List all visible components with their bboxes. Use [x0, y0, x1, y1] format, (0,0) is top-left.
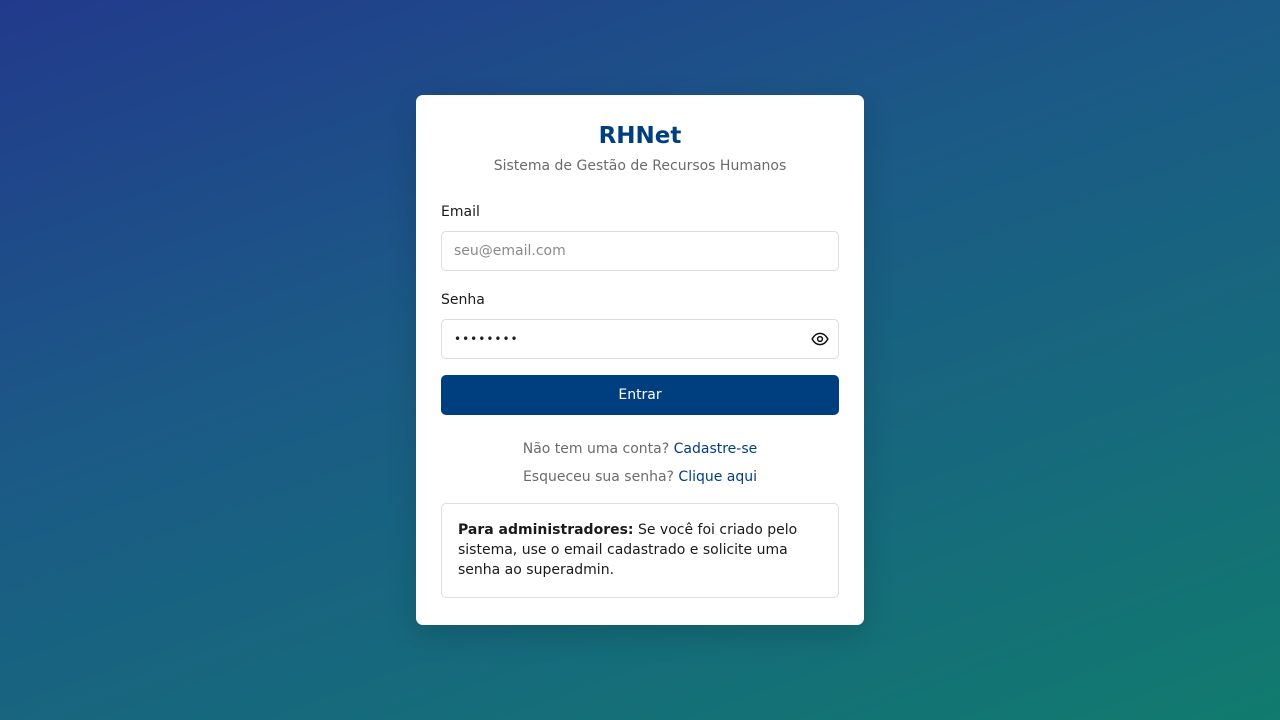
eye-icon[interactable]	[811, 330, 829, 348]
password-field[interactable]	[441, 319, 839, 359]
signup-link[interactable]: Cadastre-se	[674, 441, 758, 457]
email-field-wrapper	[441, 231, 839, 271]
signup-prompt: Não tem uma conta?	[522, 441, 670, 457]
forgot-password-line: Esqueceu sua senha? Clique aqui	[441, 467, 839, 487]
app-subtitle: Sistema de Gestão de Recursos Humanos	[493, 158, 787, 174]
password-label: Senha	[441, 292, 485, 308]
signup-line: Não tem uma conta? Cadastre-se	[441, 439, 839, 459]
forgot-password-link[interactable]: Clique aqui	[678, 469, 757, 485]
login-card: RHNet Sistema de Gestão de Recursos Huma…	[416, 95, 864, 625]
forgot-password-prompt: Esqueceu sua senha?	[522, 469, 674, 485]
app-title: RHNet	[598, 123, 682, 149]
email-field[interactable]	[441, 231, 839, 271]
admin-info-box: Para administradores: Se você foi criado…	[441, 503, 839, 598]
admin-info-title: Para administradores:	[458, 522, 634, 538]
email-label: Email	[441, 204, 480, 220]
password-field-wrapper	[441, 319, 839, 359]
login-button[interactable]: Entrar	[441, 375, 839, 415]
